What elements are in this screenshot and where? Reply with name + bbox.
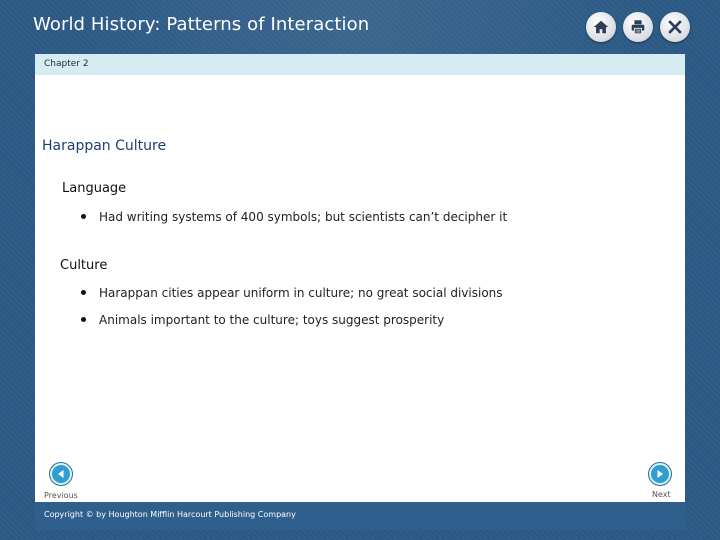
arrow-right-icon: [657, 470, 663, 478]
slide-heading: Harappan Culture: [42, 138, 167, 154]
bullet-text: Had writing systems of 400 symbols; but …: [99, 210, 508, 224]
close-icon: [668, 20, 682, 34]
chapter-bar: Chapter 2: [35, 54, 685, 75]
app-title: World History: Patterns of Interaction: [33, 14, 370, 35]
arrow-left-icon: [58, 470, 64, 478]
print-button[interactable]: [623, 12, 653, 42]
next-label[interactable]: Next: [652, 490, 671, 499]
home-button[interactable]: [586, 12, 616, 42]
bullet-text: Animals important to the culture; toys s…: [99, 313, 445, 327]
bullet-dot: [81, 317, 86, 322]
list-item: Had writing systems of 400 symbols; but …: [81, 210, 507, 224]
list-item: Animals important to the culture; toys s…: [81, 313, 444, 327]
section-title-language: Language: [62, 181, 127, 196]
slide-panel: Chapter 2 Harappan Culture Language Had …: [35, 54, 685, 530]
printer-icon: [631, 20, 645, 35]
bullet-dot: [81, 214, 86, 219]
next-button[interactable]: [649, 463, 671, 485]
copyright-text: Copyright © by Houghton Mifflin Harcourt…: [44, 510, 296, 519]
previous-button[interactable]: [50, 463, 72, 485]
section-title-culture: Culture: [60, 258, 108, 273]
close-button[interactable]: [660, 12, 690, 42]
bullet-text: Harappan cities appear uniform in cultur…: [99, 286, 503, 300]
previous-label[interactable]: Previous: [44, 491, 78, 500]
home-icon: [593, 20, 609, 34]
bullet-dot: [81, 290, 86, 295]
footer-bar: Copyright © by Houghton Mifflin Harcourt…: [35, 502, 685, 530]
chapter-label: Chapter 2: [44, 59, 89, 69]
toolbar: [586, 12, 690, 42]
list-item: Harappan cities appear uniform in cultur…: [81, 286, 503, 300]
